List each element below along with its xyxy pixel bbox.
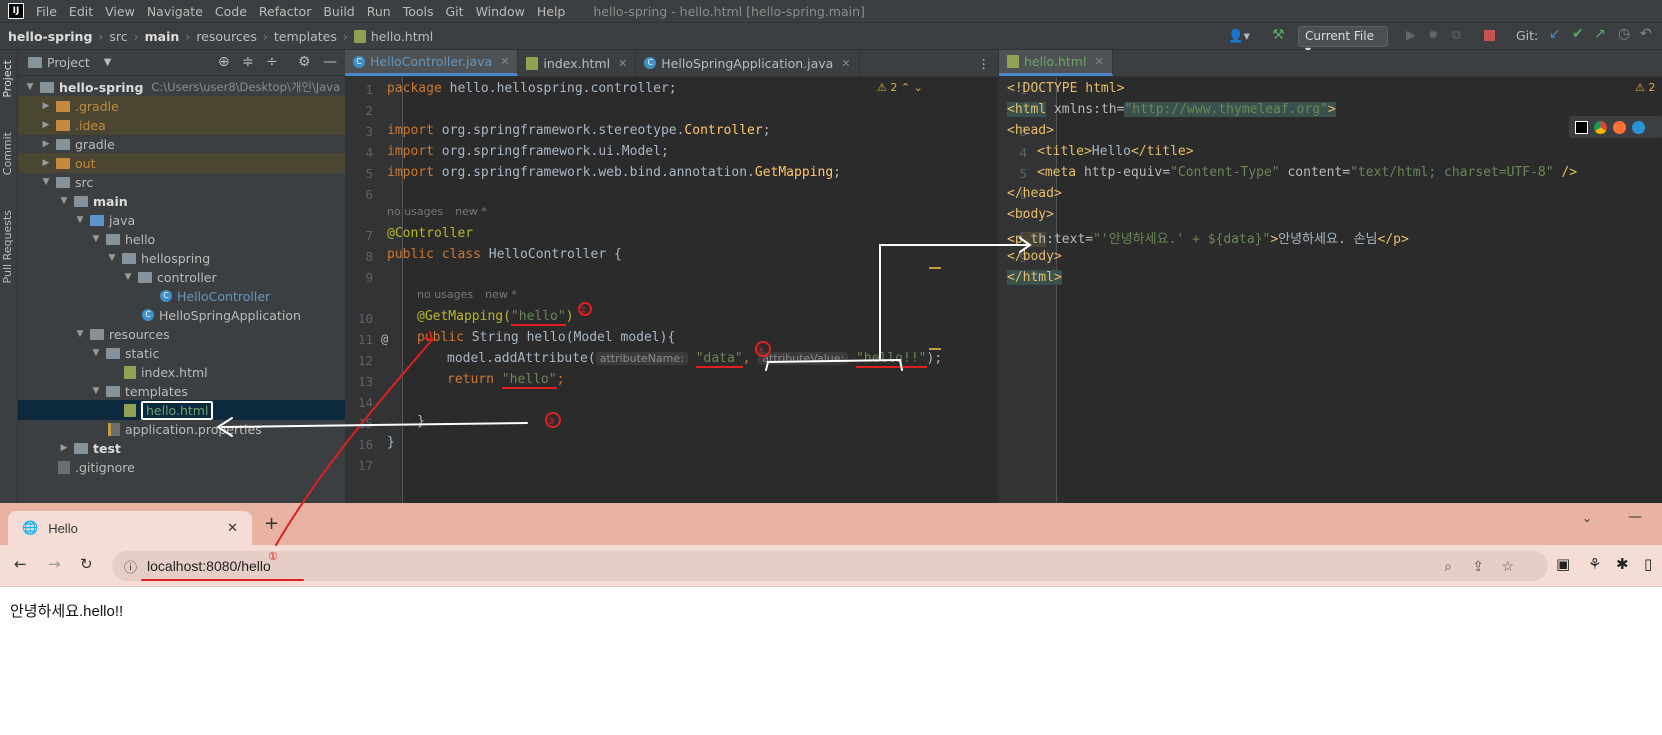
marker-label-4: ④ xyxy=(757,346,765,356)
data-bracket xyxy=(765,358,903,371)
white-arrow-to-template xyxy=(221,422,528,428)
red-arrow-head xyxy=(423,331,434,342)
marker-label-1: ① xyxy=(268,550,278,563)
annotation-overlay: ① ② ③ ④ xyxy=(141,237,1032,581)
red-arrow-to-mapping xyxy=(275,339,433,546)
marker-label-2: ② xyxy=(579,306,587,316)
screen-root: IJ File Edit View Navigate Code Refactor… xyxy=(0,0,1662,735)
white-arrow-to-thtext xyxy=(879,244,1029,361)
marker-label-3: ③ xyxy=(547,417,555,427)
